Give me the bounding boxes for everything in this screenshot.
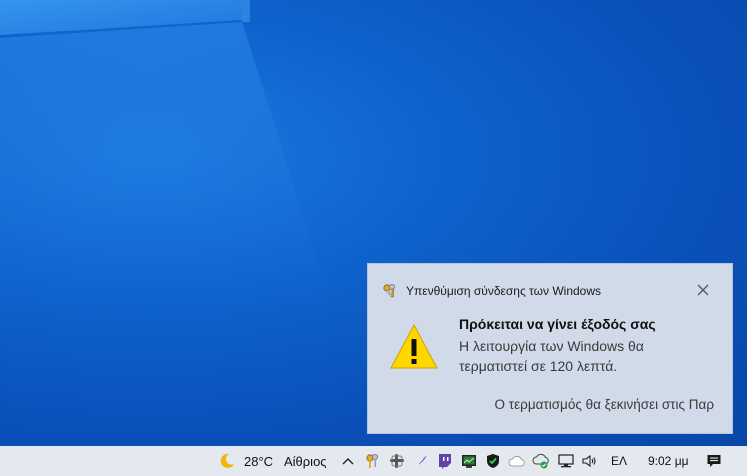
feather-icon bbox=[414, 455, 427, 468]
action-center-button[interactable] bbox=[704, 446, 724, 476]
language-indicator[interactable]: ΕΛ bbox=[611, 446, 627, 476]
weather-condition: Αίθριος bbox=[284, 453, 327, 469]
tray-monitor[interactable] bbox=[460, 446, 478, 476]
action-center-icon bbox=[707, 455, 721, 467]
warning-icon bbox=[390, 323, 438, 369]
moon-icon bbox=[220, 453, 234, 468]
notification-app-name: Υπενθύμιση σύνδεσης των Windows bbox=[406, 284, 602, 298]
keys-icon bbox=[383, 284, 395, 298]
language-label: ΕΛ bbox=[611, 454, 628, 468]
weather-condition-item[interactable]: Αίθριος bbox=[284, 446, 327, 476]
tray-keys[interactable] bbox=[364, 446, 382, 476]
weather-widget[interactable] bbox=[216, 446, 238, 476]
chevron-up-icon bbox=[342, 458, 354, 465]
tray-twitch[interactable] bbox=[436, 446, 454, 476]
tray-slack[interactable] bbox=[388, 446, 406, 476]
notification-body: Η λειτουργία των Windows θα τερματιστεί … bbox=[459, 338, 644, 374]
close-icon[interactable] bbox=[696, 283, 710, 297]
cloud-sync-icon bbox=[532, 453, 549, 469]
notification-title: Πρόκειται να γίνει έξοδός σας bbox=[459, 316, 656, 332]
clock[interactable]: 9:02 μμ bbox=[648, 446, 689, 476]
tray-cloud-sync[interactable] bbox=[532, 446, 550, 476]
twitch-icon bbox=[439, 454, 451, 469]
weather-temperature: 28°C bbox=[244, 453, 274, 469]
tray-network[interactable] bbox=[557, 446, 575, 476]
notification-header: Υπενθύμιση σύνδεσης των Windows bbox=[382, 282, 601, 300]
show-hidden-icons-button[interactable] bbox=[340, 446, 356, 476]
cloud-icon bbox=[508, 456, 525, 467]
clock-time: 9:02 μμ bbox=[648, 454, 689, 468]
tray-security[interactable] bbox=[484, 446, 502, 476]
shield-icon bbox=[487, 454, 499, 468]
monitor-icon bbox=[462, 455, 476, 468]
notification-toast[interactable]: Υπενθύμιση σύνδεσης των Windows Πρόκειτα… bbox=[367, 263, 733, 434]
keys-icon bbox=[366, 454, 378, 468]
slack-icon bbox=[390, 454, 404, 468]
notification-footer: Ο τερματισμός θα ξεκινήσει στις Παρ bbox=[494, 397, 714, 412]
tray-volume[interactable] bbox=[580, 446, 598, 476]
volume-icon bbox=[582, 454, 596, 468]
tray-feather[interactable] bbox=[412, 446, 430, 476]
weather-temperature-item[interactable]: 28°C bbox=[244, 446, 273, 476]
network-icon bbox=[558, 454, 574, 468]
taskbar: 28°C Αίθριος ΕΛ 9:02 μμ bbox=[0, 446, 747, 476]
tray-cloud[interactable] bbox=[508, 446, 526, 476]
